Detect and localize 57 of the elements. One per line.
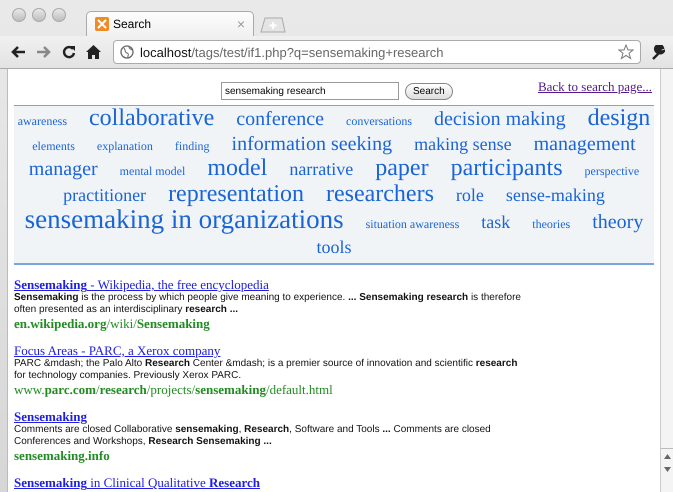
result-snippet: Sensemaking is the process by which people give meaning to experience. ... Sensemaking research is therefore often presented as an interdisciplinary research ...: [14, 292, 522, 316]
back-to-search-link[interactable]: Back to search page...: [538, 79, 652, 95]
tag-link[interactable]: theories: [532, 217, 570, 231]
tag-link[interactable]: sense-making: [506, 184, 605, 204]
tab-title: Search: [113, 17, 152, 31]
result-title-link[interactable]: Sensemaking: [14, 409, 526, 424]
tag-link[interactable]: task: [481, 212, 510, 232]
tag-link[interactable]: elements: [32, 138, 75, 152]
tag-link[interactable]: conference: [236, 108, 324, 130]
tag-link[interactable]: tools: [316, 236, 352, 256]
result-title-link[interactable]: Sensemaking in Clinical Qualitative Research: [14, 475, 526, 490]
scroll-up-icon[interactable]: [662, 452, 672, 461]
tag-link[interactable]: mental model: [120, 164, 186, 178]
scroll-down-icon[interactable]: [662, 465, 672, 474]
tag-link[interactable]: making sense: [414, 134, 512, 154]
back-icon[interactable]: [10, 45, 26, 59]
tag-link[interactable]: participants: [450, 155, 563, 181]
tag-link[interactable]: finding: [174, 138, 210, 152]
tag-link[interactable]: paper: [375, 155, 429, 181]
result-snippet: Comments are closed Collaborative sensemaking, Research, Software and Tools ... Comments are closed Conferences and Workshops, Research Sensemaking ...: [14, 424, 492, 448]
search-button[interactable]: Search: [405, 82, 453, 100]
tag-link[interactable]: manager: [28, 158, 98, 180]
tag-link[interactable]: perspective: [584, 164, 640, 178]
tag-link[interactable]: explanation: [96, 138, 153, 152]
wrench-icon[interactable]: [651, 44, 665, 60]
tag-link[interactable]: representation: [168, 180, 304, 206]
home-icon[interactable]: [86, 45, 101, 59]
star-icon[interactable]: [618, 44, 634, 60]
tag-link[interactable]: role: [456, 184, 484, 204]
close-tab-button[interactable]: ×: [236, 16, 245, 32]
tag-link[interactable]: situation awareness: [366, 217, 460, 231]
tag-link[interactable]: information seeking: [232, 132, 392, 154]
new-tab-button[interactable]: [260, 17, 286, 33]
result-title-link[interactable]: Focus Areas - PARC, a Xerox company: [14, 343, 526, 358]
tag-link[interactable]: model: [207, 155, 268, 181]
reload-icon[interactable]: [62, 45, 76, 59]
tag-link[interactable]: awareness: [18, 114, 67, 128]
tag-link[interactable]: collaborative: [89, 105, 214, 131]
result-url: en.wikipedia.org/wiki/Sensemaking: [14, 316, 211, 331]
tag-link[interactable]: theory: [592, 211, 644, 233]
tag-link[interactable]: narrative: [289, 159, 354, 179]
tag-link[interactable]: design: [588, 105, 650, 131]
result-url: www.parc.com/research/projects/sensemaking/default.html: [14, 382, 334, 397]
result-title-link[interactable]: Sensemaking - Wikipedia, the free encyclopedia: [14, 277, 526, 292]
search-field[interactable]: sensemaking research: [221, 82, 399, 100]
address-bar[interactable]: localhost/tags/test/if1.php?q=sensemaking+research: [113, 40, 641, 64]
globe-icon: [120, 45, 134, 59]
result-url: sensemaking.info: [14, 448, 111, 463]
forward-icon[interactable]: [36, 45, 52, 59]
tag-link[interactable]: management: [534, 132, 636, 154]
favicon-icon: [95, 17, 109, 31]
tag-link[interactable]: decision making: [434, 108, 566, 130]
tag-link[interactable]: practitioner: [63, 184, 146, 204]
result-snippet: PARC &mdash; the Palo Alto Research Center &mdash; is a premier source of innovation and scientific research for technology companies. Previously Xerox PARC.: [14, 358, 518, 382]
tag-link[interactable]: researchers: [326, 180, 434, 206]
browser-tab[interactable]: Search ×: [86, 11, 254, 36]
tag-link[interactable]: conversations: [346, 114, 412, 128]
